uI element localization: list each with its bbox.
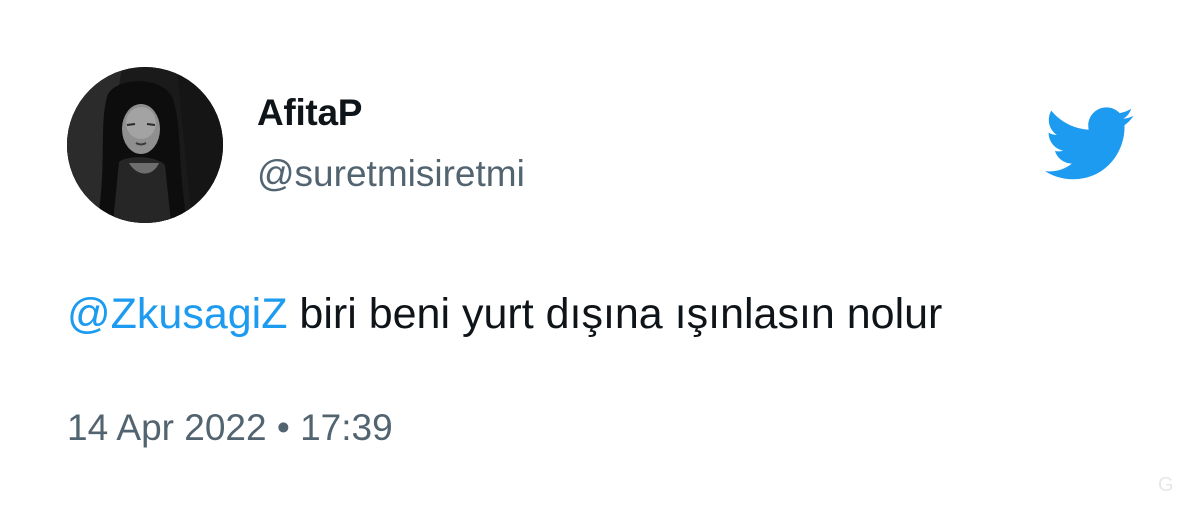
tweet-card: AfitaP @suretmisiretmi @ZkusagiZ biri be… [0,0,1200,518]
tweet-text: @ZkusagiZ biri beni yurt dışına ışınlası… [67,290,942,339]
tweet-timestamp[interactable]: 14 Apr 2022 • 17:39 [67,407,393,449]
author-handle[interactable]: @suretmisiretmi [257,153,525,195]
timestamp-separator: • [266,407,301,448]
twitter-bird-icon[interactable] [1045,107,1135,182]
avatar[interactable] [67,67,223,223]
author-display-name[interactable]: AfitaP [257,92,362,134]
tweet-body: biri beni yurt dışına ışınlasın nolur [287,290,943,338]
corner-watermark: G [1158,474,1174,496]
tweet-date: 14 Apr 2022 [67,407,267,448]
avatar-photo [67,67,223,223]
mention-link[interactable]: @ZkusagiZ [67,290,287,338]
tweet-time: 17:39 [300,407,393,448]
